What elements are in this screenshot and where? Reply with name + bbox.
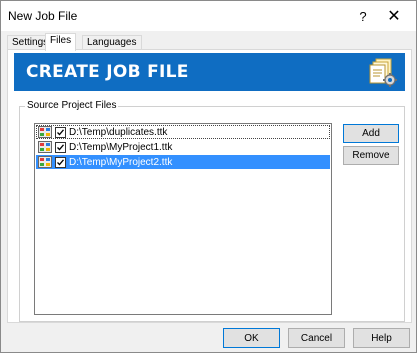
file-checkbox[interactable] — [55, 156, 66, 168]
list-item[interactable]: D:\Temp\duplicates.ttk — [36, 125, 330, 139]
group-label: Source Project Files — [25, 100, 119, 111]
file-checkbox[interactable] — [55, 126, 66, 138]
title-bar: New Job File ? ✕ — [1, 1, 416, 31]
close-button[interactable]: ✕ — [372, 4, 416, 28]
help-button[interactable]: Help — [353, 328, 410, 348]
cancel-button[interactable]: Cancel — [288, 328, 345, 348]
dialog-window: New Job File ? ✕ Settings Files Language… — [0, 0, 417, 353]
project-file-icon — [38, 141, 52, 153]
list-item[interactable]: D:\Temp\MyProject1.ttk — [36, 140, 330, 154]
file-path: D:\Temp\MyProject2.ttk — [69, 156, 173, 168]
file-checkbox[interactable] — [55, 141, 66, 153]
checkmark-icon — [57, 158, 64, 165]
remove-button[interactable]: Remove — [343, 146, 399, 165]
source-files-list[interactable]: D:\Temp\duplicates.ttk D:\Temp\MyProject… — [34, 123, 332, 315]
header-banner: CREATE JOB FILE — [14, 53, 405, 91]
job-file-stack-gear-icon — [367, 56, 399, 88]
add-button[interactable]: Add — [343, 124, 399, 143]
tab-files[interactable]: Files — [45, 33, 77, 51]
files-tab-panel: CREATE JOB FILE Source Project Files D:\… — [7, 49, 412, 323]
ok-button[interactable]: OK — [223, 328, 280, 348]
source-project-files-group: Source Project Files D:\Temp\duplicates.… — [19, 100, 405, 322]
checkmark-icon — [57, 128, 64, 135]
window-title: New Job File — [8, 9, 78, 23]
project-file-icon — [38, 156, 52, 168]
project-file-icon — [38, 126, 52, 138]
checkmark-icon — [57, 143, 64, 150]
file-path: D:\Temp\duplicates.ttk — [69, 126, 168, 138]
list-item[interactable]: D:\Temp\MyProject2.ttk — [36, 155, 330, 169]
tab-languages[interactable]: Languages — [82, 35, 142, 50]
file-path: D:\Temp\MyProject1.ttk — [69, 141, 173, 153]
banner-title: CREATE JOB FILE — [26, 62, 189, 82]
